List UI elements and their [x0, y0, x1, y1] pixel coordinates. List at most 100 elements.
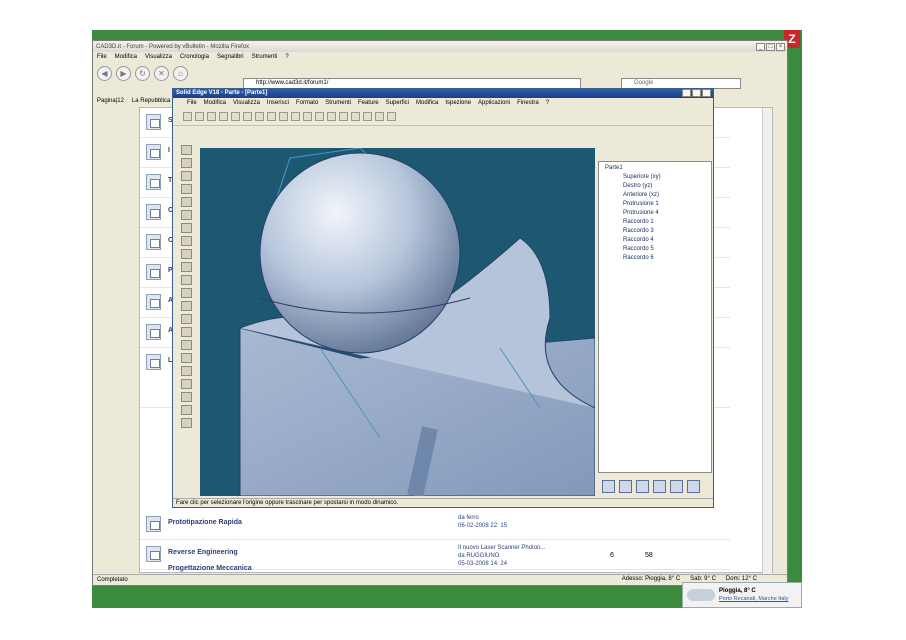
undo-icon[interactable]	[267, 112, 276, 121]
lip-tool-icon[interactable]	[180, 379, 192, 389]
se-menu-modifica[interactable]: Modifica	[204, 100, 226, 106]
boolean-tool-icon[interactable]	[180, 405, 192, 415]
menu-visualizza[interactable]: Visualizza	[145, 54, 172, 60]
tree-item[interactable]: Raccordo 3	[623, 228, 654, 234]
redo-icon[interactable]	[279, 112, 288, 121]
new-icon[interactable]	[183, 112, 192, 121]
menu-modifica[interactable]: Modifica	[115, 54, 137, 60]
shell-tool-icon[interactable]	[180, 249, 192, 259]
forum-row[interactable]: Prototipazione Rapida da ferro 06-02-2008…	[140, 510, 730, 540]
maximize-button[interactable]: □	[766, 42, 775, 51]
forward-icon[interactable]: ▶	[116, 65, 131, 81]
maximize-button[interactable]: □	[692, 89, 701, 97]
forum-title[interactable]: Prototipazione Rapida	[168, 519, 242, 526]
sketch-icon[interactable]	[303, 112, 312, 121]
print-icon[interactable]	[219, 112, 228, 121]
save-icon[interactable]	[207, 112, 216, 121]
tree-item[interactable]: Raccordo 1	[623, 219, 654, 225]
minimize-button[interactable]: _	[756, 42, 765, 51]
surface-tool-icon[interactable]	[180, 314, 192, 324]
select-icon[interactable]	[291, 112, 300, 121]
minimize-button[interactable]: _	[682, 89, 691, 97]
thread-tool-icon[interactable]	[180, 353, 192, 363]
web-tool-icon[interactable]	[180, 366, 192, 376]
se-menu-modifica2[interactable]: Modifica	[416, 100, 438, 106]
tree-item[interactable]: Protrusione 4	[623, 210, 659, 216]
rotate-icon[interactable]	[375, 112, 384, 121]
tree-item[interactable]: Raccordo 6	[623, 255, 654, 261]
menu-help[interactable]: ?	[285, 54, 288, 60]
page-scrollbar[interactable]	[762, 108, 772, 574]
tree-item[interactable]: Raccordo 4	[623, 237, 654, 243]
tree-item[interactable]: Protrusione 1	[623, 201, 659, 207]
round-tool-icon[interactable]	[180, 223, 192, 233]
shade-icon[interactable]	[327, 112, 336, 121]
cutout-tool-icon[interactable]	[180, 197, 192, 207]
thin-wall-tool-icon[interactable]	[180, 327, 192, 337]
tree-item[interactable]: Superiore (xy)	[623, 174, 661, 180]
menu-file[interactable]: File	[97, 54, 107, 60]
se-menu-feature[interactable]: Feature	[358, 100, 379, 106]
home-icon[interactable]: ⌂	[173, 65, 188, 81]
rib-tool-icon[interactable]	[180, 262, 192, 272]
feature-pathfinder-icon[interactable]	[602, 479, 615, 493]
vent-tool-icon[interactable]	[180, 392, 192, 402]
hole-tool-icon[interactable]	[180, 210, 192, 220]
se-menu-visualizza[interactable]: Visualizza	[233, 100, 260, 106]
se-menu-finestra[interactable]: Finestra	[517, 100, 539, 106]
bookmark-repubblica[interactable]: La Repubblica	[132, 98, 170, 104]
se-menu-applicazioni[interactable]: Applicazioni	[478, 100, 510, 106]
plane-tool-icon[interactable]	[180, 301, 192, 311]
protrusion-tool-icon[interactable]	[180, 171, 192, 181]
paste-icon[interactable]	[255, 112, 264, 121]
layers-icon[interactable]	[619, 479, 632, 493]
select-tool-icon[interactable]	[180, 145, 192, 155]
stop-icon[interactable]: ✕	[154, 65, 169, 81]
3d-viewport[interactable]	[200, 148, 595, 496]
reload-icon[interactable]: ↻	[135, 65, 150, 81]
se-menu-formato[interactable]: Formato	[296, 100, 318, 106]
back-icon[interactable]: ◀	[97, 65, 112, 81]
forum-title[interactable]: I	[168, 147, 170, 154]
weather-now[interactable]: Adesso: Pioggia, 8° C	[622, 576, 680, 582]
library-icon[interactable]	[636, 479, 649, 493]
menu-segnalibri[interactable]: Segnalibri	[217, 54, 244, 60]
mirror-tool-icon[interactable]	[180, 288, 192, 298]
pattern-tool-icon[interactable]	[180, 275, 192, 285]
family-icon[interactable]	[653, 479, 666, 493]
close-button[interactable]: ×	[702, 89, 711, 97]
close-button[interactable]: ×	[776, 42, 785, 51]
pan-icon[interactable]	[363, 112, 372, 121]
se-menu-superfici[interactable]: Superfici	[386, 100, 409, 106]
features-icon[interactable]	[687, 479, 700, 493]
open-icon[interactable]	[195, 112, 204, 121]
se-menu-file[interactable]: File	[187, 100, 197, 106]
forum-title[interactable]: Reverse Engineering	[168, 549, 238, 556]
sensors-icon[interactable]	[670, 479, 683, 493]
draft-tool-icon[interactable]	[180, 340, 192, 350]
split-tool-icon[interactable]	[180, 418, 192, 428]
fit-icon[interactable]	[351, 112, 360, 121]
tree-item[interactable]: Anteriore (xz)	[623, 192, 659, 198]
last-post[interactable]: da ferro 06-02-2008 22: 15	[458, 514, 598, 530]
menu-strumenti[interactable]: Strumenti	[252, 54, 278, 60]
help-icon[interactable]	[387, 112, 396, 121]
zoom-icon[interactable]	[339, 112, 348, 121]
weather-location[interactable]: Porto Recanati, Marche Italy	[719, 596, 788, 602]
se-menu-help[interactable]: ?	[546, 100, 549, 106]
se-menu-inserisci[interactable]: Inserisci	[267, 100, 289, 106]
tree-root[interactable]: Parte1	[605, 165, 623, 171]
cut-icon[interactable]	[231, 112, 240, 121]
menu-cronologia[interactable]: Cronologia	[180, 54, 209, 60]
tree-item[interactable]: Raccordo 5	[623, 246, 654, 252]
view-icon[interactable]	[315, 112, 324, 121]
sketch-tool-icon[interactable]	[180, 158, 192, 168]
forum-title[interactable]: Progettazione Meccanica	[168, 565, 252, 572]
tree-item[interactable]: Destro (yz)	[623, 183, 652, 189]
revolve-tool-icon[interactable]	[180, 184, 192, 194]
chamfer-tool-icon[interactable]	[180, 236, 192, 246]
copy-icon[interactable]	[243, 112, 252, 121]
se-menu-ispezione[interactable]: Ispezione	[445, 100, 471, 106]
se-menu-strumenti[interactable]: Strumenti	[325, 100, 351, 106]
bookmark-pagina[interactable]: Pagina|12	[97, 98, 124, 104]
